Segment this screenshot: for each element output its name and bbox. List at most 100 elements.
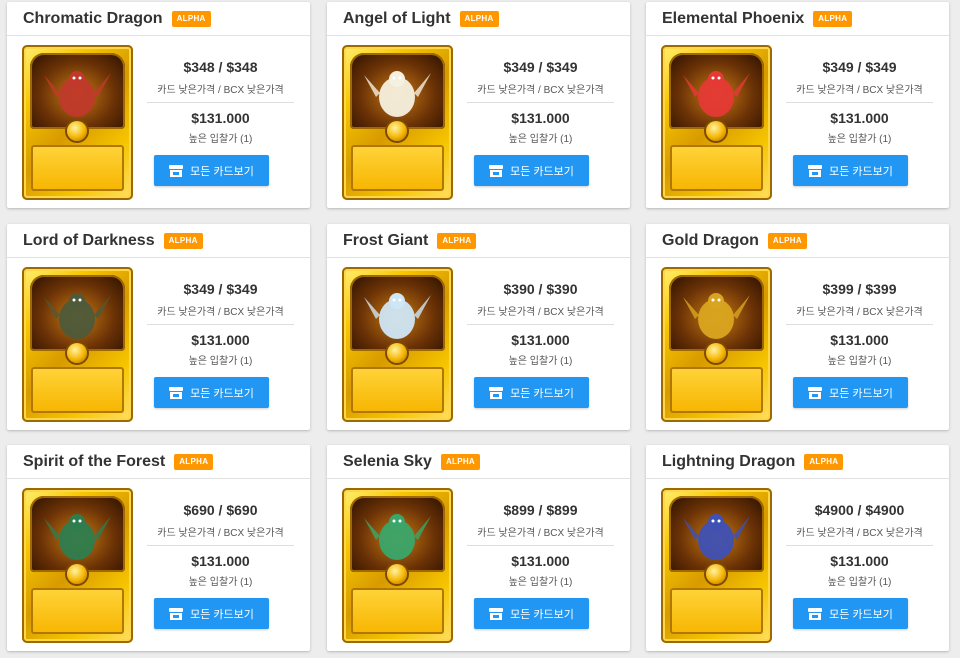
mana-orb (67, 564, 87, 584)
price-info: $4900 / $4900 카드 낮은가격 / BCX 낮은가격 $131.00… (786, 488, 933, 588)
high-bid-label: 높은 입찰가 (1) (188, 134, 253, 145)
edition-badge: ALPHA (437, 232, 477, 249)
card-text-box (351, 367, 444, 413)
store-icon (169, 164, 184, 177)
price-info: $690 / $690 카드 낮은가격 / BCX 낮은가격 $131.000 … (147, 488, 294, 588)
card-listing: Lightning Dragon ALPHA $4900 / $4900 카드 … (646, 445, 949, 651)
edition-badge: ALPHA (459, 10, 499, 27)
view-all-cards-button[interactable]: 모든 카드보기 (793, 155, 908, 186)
low-price-label: 카드 낮은가격 / BCX 낮은가격 (786, 303, 933, 325)
card-header: Selenia Sky ALPHA (327, 445, 630, 479)
card-text-box (351, 145, 444, 191)
creature-illustration (683, 514, 750, 560)
low-price-label: 카드 낮은가격 / BCX 낮은가격 (467, 524, 614, 546)
card-artwork (30, 275, 125, 351)
view-all-cards-label: 모든 카드보기 (190, 165, 254, 178)
high-bid: $131.000 (830, 553, 889, 569)
price-info: $349 / $349 카드 낮은가격 / BCX 낮은가격 $131.000 … (147, 267, 294, 367)
store-icon (489, 164, 504, 177)
low-price: $399 / $399 (822, 281, 897, 297)
price-info: $390 / $390 카드 낮은가격 / BCX 낮은가격 $131.000 … (467, 267, 614, 367)
low-price: $348 / $348 (183, 59, 258, 75)
card-text-box (670, 145, 763, 191)
edition-badge: ALPHA (804, 453, 844, 470)
high-bid-label: 높은 입찰가 (1) (827, 134, 892, 145)
high-bid-label: 높은 입찰가 (1) (508, 356, 573, 367)
edition-badge: ALPHA (174, 453, 214, 470)
low-price-label: 카드 낮은가격 / BCX 낮은가격 (786, 524, 933, 546)
card-artwork (669, 496, 764, 572)
creature-illustration (44, 514, 111, 560)
high-bid-label: 높은 입찰가 (1) (827, 356, 892, 367)
view-all-cards-button[interactable]: 모든 카드보기 (474, 598, 589, 629)
view-all-cards-label: 모든 카드보기 (829, 165, 893, 178)
card-title[interactable]: Angel of Light (343, 10, 451, 28)
view-all-cards-label: 모든 카드보기 (829, 387, 893, 400)
high-bid-label: 높은 입찰가 (1) (827, 577, 892, 588)
card-title[interactable]: Lord of Darkness (23, 232, 155, 250)
view-all-cards-button[interactable]: 모든 카드보기 (474, 377, 589, 408)
card-title[interactable]: Selenia Sky (343, 453, 432, 471)
creature-illustration (683, 71, 750, 117)
card-text-box (31, 588, 124, 634)
view-all-cards-button[interactable]: 모든 카드보기 (474, 155, 589, 186)
mana-orb (706, 564, 726, 584)
card-text-box (670, 367, 763, 413)
store-icon (169, 607, 184, 620)
store-icon (489, 607, 504, 620)
card-listing: Lord of Darkness ALPHA $349 / $349 카드 낮은… (7, 224, 310, 430)
card-image[interactable] (342, 488, 453, 643)
card-image[interactable] (661, 45, 772, 200)
card-image[interactable] (661, 488, 772, 643)
card-title[interactable]: Frost Giant (343, 232, 428, 250)
high-bid: $131.000 (191, 332, 250, 348)
card-listing: Elemental Phoenix ALPHA $349 / $349 카드 낮… (646, 2, 949, 208)
high-bid-label: 높은 입찰가 (1) (508, 134, 573, 145)
view-all-cards-button[interactable]: 모든 카드보기 (793, 598, 908, 629)
card-image[interactable] (22, 488, 133, 643)
creature-illustration (364, 514, 431, 560)
card-image[interactable] (342, 267, 453, 422)
price-info: $899 / $899 카드 낮은가격 / BCX 낮은가격 $131.000 … (467, 488, 614, 588)
card-image[interactable] (22, 267, 133, 422)
card-title[interactable]: Spirit of the Forest (23, 453, 165, 471)
card-image[interactable] (342, 45, 453, 200)
card-header: Elemental Phoenix ALPHA (646, 2, 949, 36)
card-text-box (31, 145, 124, 191)
store-icon (808, 386, 823, 399)
card-listing: Chromatic Dragon ALPHA $348 / $348 카드 낮은… (7, 2, 310, 208)
card-image[interactable] (661, 267, 772, 422)
low-price-label: 카드 낮은가격 / BCX 낮은가격 (147, 303, 294, 325)
view-all-cards-button[interactable]: 모든 카드보기 (154, 155, 269, 186)
card-title[interactable]: Gold Dragon (662, 232, 759, 250)
card-title[interactable]: Lightning Dragon (662, 453, 795, 471)
price-info: $349 / $349 카드 낮은가격 / BCX 낮은가격 $131.000 … (786, 45, 933, 145)
card-artwork (350, 496, 445, 572)
low-price: $390 / $390 (503, 281, 578, 297)
view-all-cards-label: 모든 카드보기 (190, 387, 254, 400)
view-all-cards-button[interactable]: 모든 카드보기 (154, 598, 269, 629)
card-text-box (31, 367, 124, 413)
low-price: $4900 / $4900 (814, 502, 905, 518)
card-text-box (670, 588, 763, 634)
edition-badge: ALPHA (440, 453, 481, 470)
card-title[interactable]: Chromatic Dragon (23, 10, 163, 28)
view-all-cards-button[interactable]: 모든 카드보기 (154, 377, 269, 408)
view-all-cards-label: 모든 카드보기 (510, 387, 574, 400)
mana-orb (387, 343, 407, 363)
view-all-cards-label: 모든 카드보기 (510, 608, 574, 621)
card-header: Spirit of the Forest ALPHA (7, 445, 310, 479)
creature-illustration (44, 293, 111, 339)
card-image[interactable] (22, 45, 133, 200)
card-title[interactable]: Elemental Phoenix (662, 10, 804, 28)
card-listing: Frost Giant ALPHA $390 / $390 카드 낮은가격 / … (327, 224, 630, 430)
mana-orb (387, 121, 407, 141)
view-all-cards-label: 모든 카드보기 (510, 165, 574, 178)
high-bid: $131.000 (830, 110, 889, 126)
high-bid: $131.000 (191, 110, 250, 126)
high-bid-label: 높은 입찰가 (1) (188, 356, 253, 367)
view-all-cards-button[interactable]: 모든 카드보기 (793, 377, 908, 408)
mana-orb (706, 343, 726, 363)
low-price: $349 / $349 (183, 281, 258, 297)
price-info: $348 / $348 카드 낮은가격 / BCX 낮은가격 $131.000 … (147, 45, 294, 145)
